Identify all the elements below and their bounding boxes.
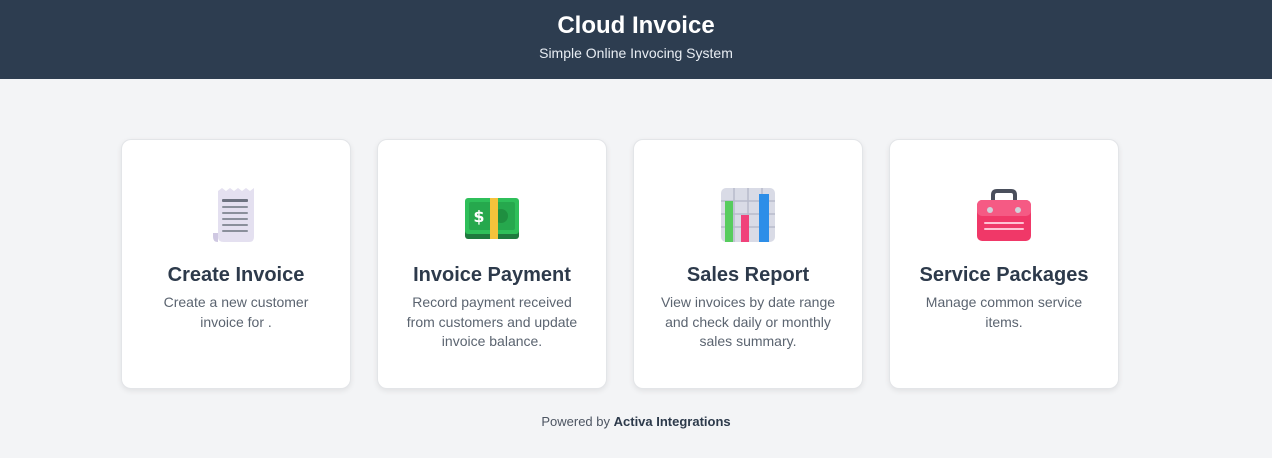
footer-prefix: Powered by <box>541 414 610 429</box>
app-subtitle: Simple Online Invocing System <box>539 45 733 61</box>
bar-chart-icon <box>721 188 775 242</box>
footer: Powered by Activa Integrations <box>0 414 1272 429</box>
receipt-icon <box>213 188 254 242</box>
footer-brand-link[interactable]: Activa Integrations <box>614 414 731 429</box>
app-title: Cloud Invoice <box>557 12 715 39</box>
service-packages-title: Service Packages <box>919 264 1089 286</box>
invoice-payment-title: Invoice Payment <box>413 264 571 286</box>
toolbox-icon <box>977 189 1031 241</box>
svg-text:$: $ <box>473 207 484 226</box>
sales-report-title: Sales Report <box>686 264 810 286</box>
service-packages-description: Manage common service items. <box>925 294 1083 330</box>
service-packages-card[interactable]: Service Packages Manage common service i… <box>889 139 1119 389</box>
menu-cards: Create Invoice Create a new customer inv… <box>121 139 1119 389</box>
sales-report-card[interactable]: Sales Report View invoices by date range… <box>633 139 863 389</box>
app-header: Cloud Invoice Simple Online Invocing Sys… <box>0 0 1272 79</box>
invoice-payment-card[interactable]: $ Invoice Payment Record payment receive… <box>377 139 607 389</box>
sales-report-description: View invoices by date range and check da… <box>660 294 836 349</box>
create-invoice-title: Create Invoice <box>167 264 305 286</box>
create-invoice-description: Create a new customer invoice for . <box>163 294 309 330</box>
invoice-payment-description: Record payment received from customers a… <box>406 294 578 349</box>
create-invoice-card[interactable]: Create Invoice Create a new customer inv… <box>121 139 351 389</box>
money-icon: $ <box>465 198 519 239</box>
